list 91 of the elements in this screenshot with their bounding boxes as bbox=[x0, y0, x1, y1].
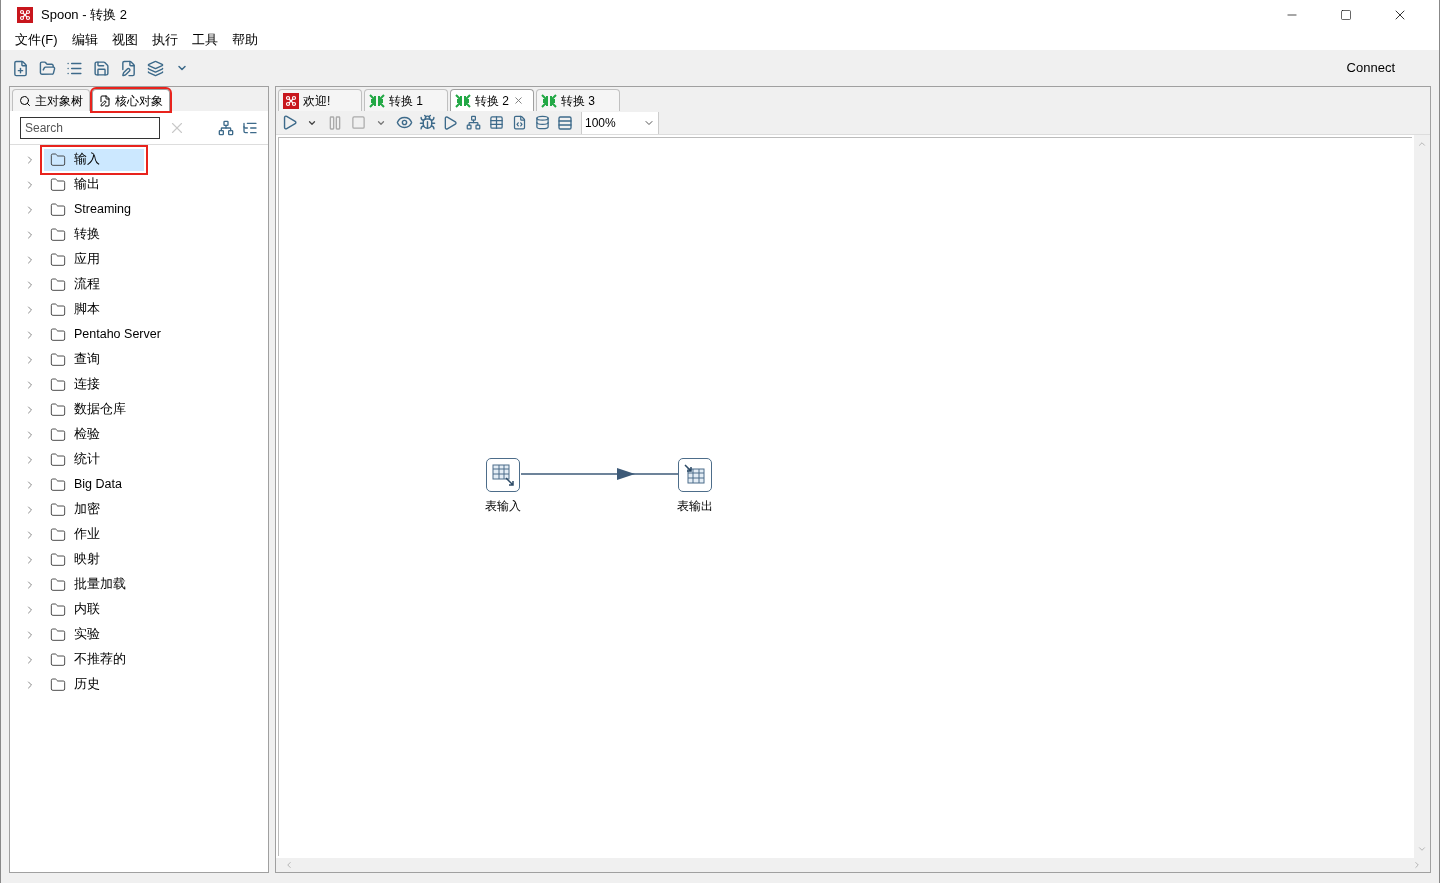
folder-icon bbox=[50, 301, 66, 318]
document-tab[interactable]: 转换 1 bbox=[364, 89, 448, 111]
tree-item[interactable]: 查询 bbox=[44, 348, 106, 371]
grid-icon[interactable] bbox=[557, 114, 573, 131]
save-icon[interactable] bbox=[92, 59, 110, 77]
folder-icon bbox=[50, 251, 66, 268]
folder-icon bbox=[50, 601, 66, 618]
folder-icon bbox=[50, 351, 66, 368]
tree-item[interactable]: 加密 bbox=[44, 498, 106, 521]
tree-item[interactable]: 内联 bbox=[44, 598, 106, 621]
pause-icon[interactable] bbox=[327, 114, 343, 131]
document-tab[interactable]: 欢迎! bbox=[278, 89, 362, 111]
tree-item[interactable]: Big Data bbox=[44, 473, 128, 496]
folder-icon bbox=[50, 176, 66, 193]
folder-icon bbox=[50, 551, 66, 568]
tree-item[interactable]: 历史 bbox=[44, 673, 106, 696]
document-tab[interactable]: 转换 2 bbox=[450, 89, 534, 111]
folder-icon bbox=[50, 401, 66, 418]
transformation-icon bbox=[369, 93, 385, 108]
save-as-icon[interactable] bbox=[119, 59, 137, 77]
window-title: Spoon - 转换 2 bbox=[41, 6, 127, 25]
tree-item[interactable]: 作业 bbox=[44, 523, 106, 546]
table-input-icon bbox=[492, 464, 514, 486]
folder-icon bbox=[50, 276, 66, 293]
tree-item[interactable]: Pentaho Server bbox=[44, 323, 167, 346]
tree-item[interactable]: 输出 bbox=[44, 173, 106, 196]
panel-tab[interactable]: 核心对象 bbox=[92, 89, 170, 111]
folder-icon bbox=[50, 326, 66, 343]
search-icon bbox=[19, 94, 31, 107]
transformation-icon bbox=[541, 93, 557, 108]
scroll-right-icon[interactable] bbox=[1412, 860, 1422, 870]
pencil-icon bbox=[99, 94, 111, 107]
replay-icon[interactable] bbox=[442, 114, 458, 131]
search-field[interactable]: Search bbox=[20, 116, 160, 139]
step-label: 表输入 bbox=[485, 498, 521, 515]
folder-icon bbox=[50, 626, 66, 643]
menu-item[interactable]: 编辑 bbox=[71, 30, 98, 50]
folder-icon bbox=[50, 526, 66, 543]
tree-item[interactable]: 批量加载 bbox=[44, 573, 132, 596]
tree-item[interactable]: 流程 bbox=[44, 273, 106, 296]
tree-item[interactable]: 转换 bbox=[44, 223, 106, 246]
transformation-icon bbox=[455, 93, 471, 108]
open-folder-icon[interactable] bbox=[38, 59, 56, 77]
menu-item[interactable]: 工具 bbox=[191, 30, 218, 50]
zoom-dropdown[interactable]: 100% bbox=[581, 111, 659, 134]
folder-icon bbox=[50, 426, 66, 443]
folder-icon bbox=[50, 501, 66, 518]
new-file-icon[interactable] bbox=[11, 59, 29, 77]
preview-icon[interactable] bbox=[395, 114, 413, 131]
folder-icon bbox=[50, 226, 66, 243]
menu-item[interactable]: 视图 bbox=[111, 30, 138, 50]
step-label: 表输出 bbox=[677, 498, 713, 515]
tree-item[interactable]: 脚本 bbox=[44, 298, 106, 321]
folder-icon bbox=[50, 151, 66, 168]
folder-icon bbox=[50, 376, 66, 393]
document-tab[interactable]: 转换 3 bbox=[536, 89, 620, 111]
tree-item[interactable]: 映射 bbox=[44, 548, 106, 571]
tree-item[interactable]: 应用 bbox=[44, 248, 106, 271]
menu-item[interactable]: 帮助 bbox=[231, 30, 258, 50]
tree-item[interactable]: Streaming bbox=[44, 198, 137, 221]
close-tab-icon[interactable] bbox=[513, 95, 524, 106]
panel-tab[interactable]: 主对象树 bbox=[12, 89, 90, 111]
folder-icon bbox=[50, 476, 66, 493]
step-node[interactable] bbox=[486, 458, 520, 492]
tree-item[interactable]: 统计 bbox=[44, 448, 106, 471]
scroll-down-icon[interactable] bbox=[1417, 844, 1427, 854]
tree-item[interactable]: 不推荐的 bbox=[44, 648, 132, 671]
connect-button[interactable]: Connect bbox=[1346, 58, 1395, 78]
folder-icon bbox=[50, 676, 66, 693]
impact-icon[interactable] bbox=[488, 115, 504, 130]
table-output-icon bbox=[684, 464, 706, 486]
tree-item[interactable]: 数据仓库 bbox=[44, 398, 132, 421]
tree-item[interactable]: 实验 bbox=[44, 623, 106, 646]
menu-item[interactable]: 文件(F) bbox=[15, 30, 58, 50]
scroll-up-icon[interactable] bbox=[1417, 139, 1427, 149]
maximize-icon[interactable] bbox=[1340, 9, 1352, 21]
step-node[interactable] bbox=[678, 458, 712, 492]
folder-icon bbox=[50, 576, 66, 593]
menu-item[interactable]: 执行 bbox=[151, 30, 178, 50]
app-logo-icon bbox=[17, 7, 33, 23]
app-logo-icon bbox=[283, 92, 299, 109]
layers-icon[interactable] bbox=[146, 59, 164, 77]
tree-item[interactable]: 检验 bbox=[44, 423, 106, 446]
expand-tree-icon[interactable] bbox=[218, 119, 234, 136]
scroll-left-icon[interactable] bbox=[284, 860, 294, 870]
folder-icon bbox=[50, 651, 66, 668]
folder-icon bbox=[50, 201, 66, 218]
tree-item[interactable]: 连接 bbox=[44, 373, 106, 396]
stop-icon[interactable] bbox=[350, 115, 366, 130]
folder-icon bbox=[50, 451, 66, 468]
debug-icon[interactable] bbox=[418, 114, 436, 131]
